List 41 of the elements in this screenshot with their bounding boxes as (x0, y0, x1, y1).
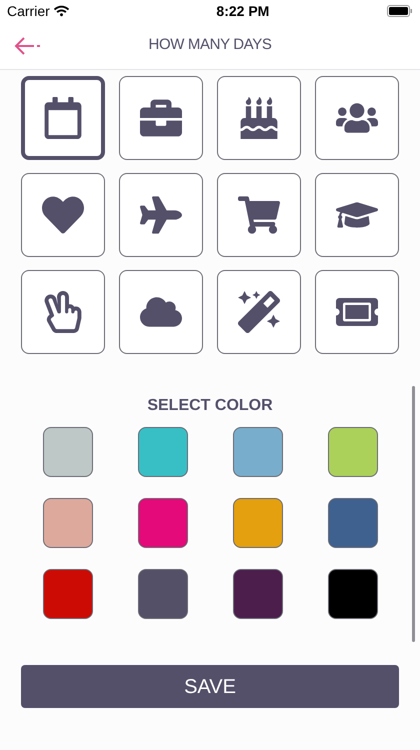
wifi-icon (54, 5, 69, 17)
icon-option[interactable] (217, 270, 301, 354)
icon-option[interactable] (21, 173, 105, 257)
color-swatch[interactable] (328, 427, 378, 477)
icon-option[interactable] (315, 270, 399, 354)
color-swatch[interactable] (138, 498, 188, 548)
peace-hand-icon (42, 291, 84, 333)
icon-option[interactable] (217, 173, 301, 257)
heart-icon (42, 194, 84, 236)
color-swatch[interactable] (138, 427, 188, 477)
icon-option[interactable] (119, 173, 203, 257)
magic-wand-icon (238, 291, 280, 333)
icon-option[interactable] (119, 76, 203, 160)
airplane-icon (140, 194, 182, 236)
status-time: 8:22 PM (216, 2, 270, 20)
icon-option[interactable] (315, 76, 399, 160)
carrier-label: Carrier (7, 2, 50, 20)
color-swatch[interactable] (138, 569, 188, 619)
briefcase-icon (140, 97, 182, 139)
color-swatch[interactable] (233, 569, 283, 619)
color-swatch[interactable] (328, 498, 378, 548)
color-swatch[interactable] (233, 427, 283, 477)
calendar-icon (42, 97, 84, 139)
cake-icon (238, 97, 280, 139)
nav-title: HOW MANY DAYS (148, 35, 272, 56)
battery-icon (386, 5, 413, 17)
save-button[interactable]: SAVE (21, 665, 399, 708)
section-title: SELECT COLOR (146, 396, 274, 416)
cart-icon (238, 194, 280, 236)
icon-option[interactable] (119, 270, 203, 354)
icon-option[interactable] (21, 76, 105, 160)
color-swatch[interactable] (328, 569, 378, 619)
icon-option[interactable] (315, 173, 399, 257)
icon-option[interactable] (217, 76, 301, 160)
color-swatch[interactable] (43, 569, 93, 619)
back-button[interactable] (14, 36, 42, 56)
color-swatch[interactable] (43, 498, 93, 548)
color-swatch[interactable] (233, 498, 283, 548)
back-arrow-icon (14, 36, 42, 56)
color-swatch[interactable] (43, 427, 93, 477)
icon-option[interactable] (21, 270, 105, 354)
